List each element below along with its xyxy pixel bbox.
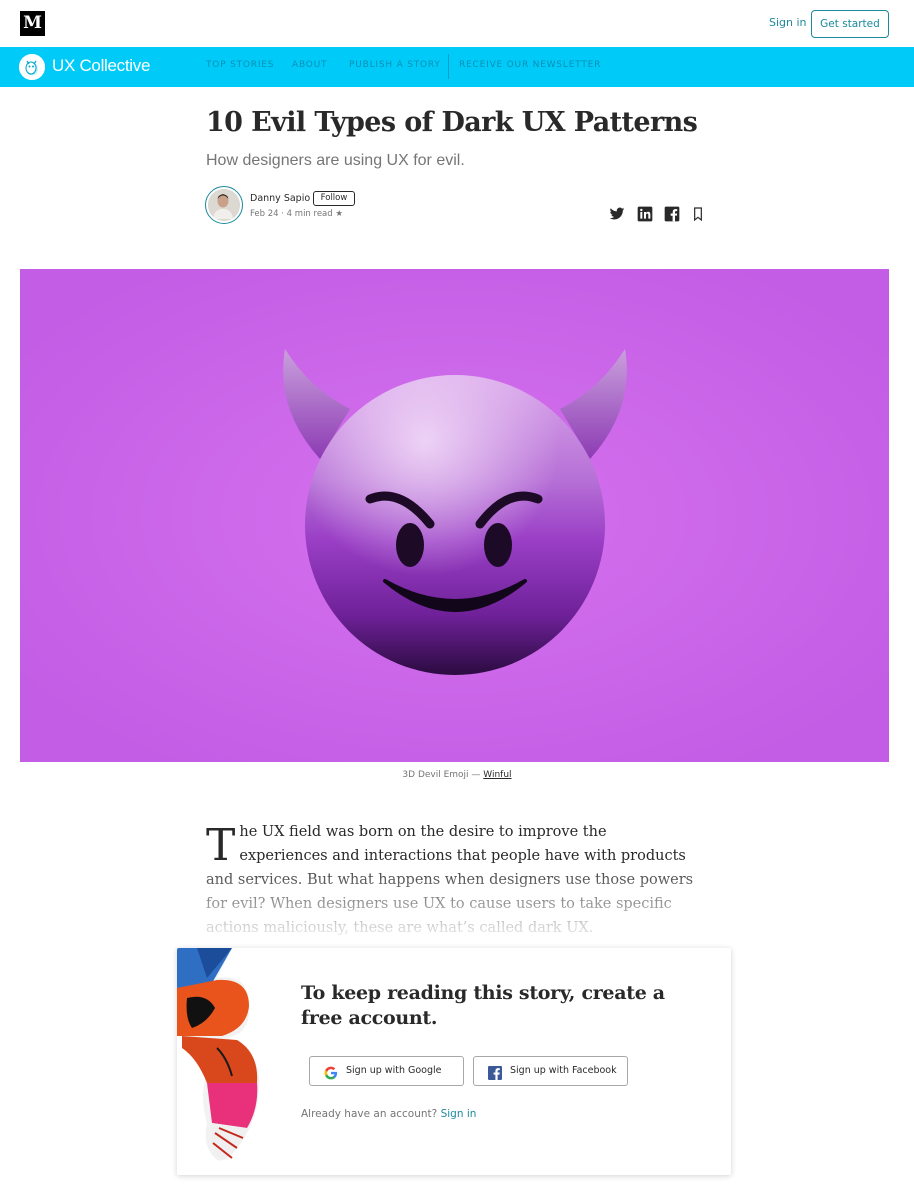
publication-name[interactable]: UX Collective xyxy=(52,56,150,76)
author-avatar[interactable] xyxy=(205,186,243,224)
nav-receive-newsletter[interactable]: RECEIVE OUR NEWSLETTER xyxy=(459,60,601,70)
already-have-account-text: Already have an account? xyxy=(301,1108,441,1120)
top-bar: M Sign in Get started xyxy=(0,0,914,47)
nav-divider xyxy=(448,54,449,79)
nav-top-stories[interactable]: TOP STORIES xyxy=(206,60,274,70)
sign-in-link[interactable]: Sign in xyxy=(769,16,807,29)
paywall-illustration xyxy=(177,948,267,1175)
hero-image xyxy=(20,269,889,762)
article-meta: Feb 24 · 4 min read ★ xyxy=(250,209,343,219)
bookmark-icon[interactable] xyxy=(690,206,706,222)
publication-bar: UX Collective TOP STORIES ABOUT PUBLISH … xyxy=(0,47,914,87)
nav-about[interactable]: ABOUT xyxy=(292,60,327,70)
get-started-button[interactable]: Get started xyxy=(811,10,889,38)
devil-emoji-illustration xyxy=(20,269,889,762)
google-icon xyxy=(324,1064,338,1080)
hero-caption-text: 3D Devil Emoji — xyxy=(402,770,484,780)
twitter-icon[interactable] xyxy=(609,206,625,222)
article-title: 10 Evil Types of Dark UX Patterns xyxy=(206,107,698,138)
follow-button[interactable]: Follow xyxy=(313,191,355,206)
author-name[interactable]: Danny Sapio xyxy=(250,193,310,204)
avatar xyxy=(208,189,240,221)
facebook-icon[interactable] xyxy=(664,206,680,222)
linkedin-icon[interactable] xyxy=(637,206,653,222)
medium-logo[interactable]: M xyxy=(20,11,45,36)
facebook-signup-button[interactable]: Sign up with Facebook xyxy=(473,1056,628,1086)
google-signup-label: Sign up with Google xyxy=(346,1065,442,1076)
signup-paywall-card: To keep reading this story, create a fre… xyxy=(177,948,731,1175)
nav-publish-a-story[interactable]: PUBLISH A STORY xyxy=(349,60,441,70)
facebook-signup-label: Sign up with Facebook xyxy=(510,1065,617,1076)
google-signup-button[interactable]: Sign up with Google xyxy=(309,1056,464,1086)
content-fade xyxy=(180,860,720,950)
ux-collective-logo-icon[interactable] xyxy=(19,54,45,80)
paywall-sign-in-link[interactable]: Sign in xyxy=(441,1108,477,1120)
already-have-account: Already have an account? Sign in xyxy=(301,1108,476,1120)
facebook-icon xyxy=(488,1064,502,1080)
hero-caption: 3D Devil Emoji — Winful xyxy=(0,770,914,780)
hero-caption-link[interactable]: Winful xyxy=(483,770,511,780)
paywall-title: To keep reading this story, create a fre… xyxy=(301,982,665,1029)
article-subtitle: How designers are using UX for evil. xyxy=(206,152,465,169)
